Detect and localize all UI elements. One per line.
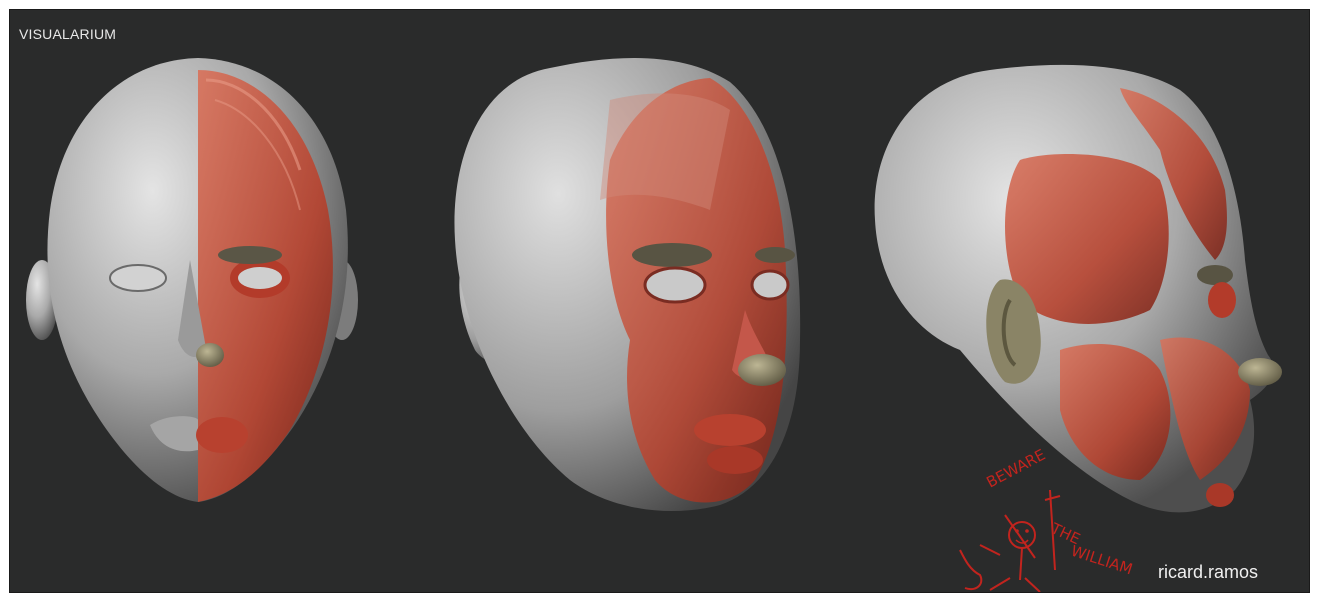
render-canvas: BEWARE THE WILLIAM VISUALARIUM ricard.ra… [9, 9, 1310, 593]
doodle-word-beware: BEWARE [983, 446, 1048, 492]
anatomy-render: BEWARE THE WILLIAM [26, 57, 1282, 592]
head-front-view [26, 58, 358, 502]
head-side-view [874, 64, 1282, 513]
image-frame: BEWARE THE WILLIAM VISUALARIUM ricard.ra… [0, 0, 1317, 600]
head-three-quarter-view [454, 57, 801, 512]
doodle-word-william: WILLIAM [1069, 542, 1135, 579]
brand-label: VISUALARIUM [19, 26, 117, 42]
artist-credit: ricard.ramos [1158, 562, 1259, 582]
